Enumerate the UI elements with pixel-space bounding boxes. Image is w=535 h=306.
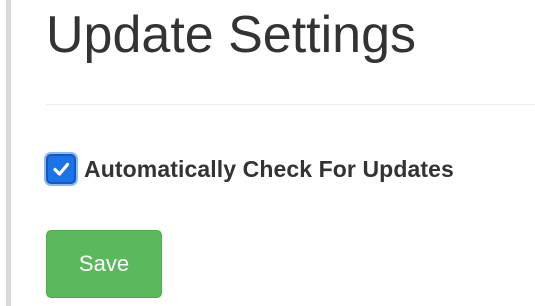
auto-check-updates-label: Automatically Check For Updates (84, 155, 454, 182)
auto-check-updates-checkbox[interactable] (46, 154, 76, 184)
title-divider (46, 104, 535, 105)
checkmark-icon (53, 162, 70, 176)
left-border (6, 0, 11, 306)
save-button[interactable]: Save (46, 230, 162, 298)
auto-check-updates-row[interactable]: Automatically Check For Updates (46, 154, 454, 184)
page-title: Update Settings (46, 6, 417, 64)
update-settings-page: Update Settings Automatically Check For … (0, 0, 535, 306)
